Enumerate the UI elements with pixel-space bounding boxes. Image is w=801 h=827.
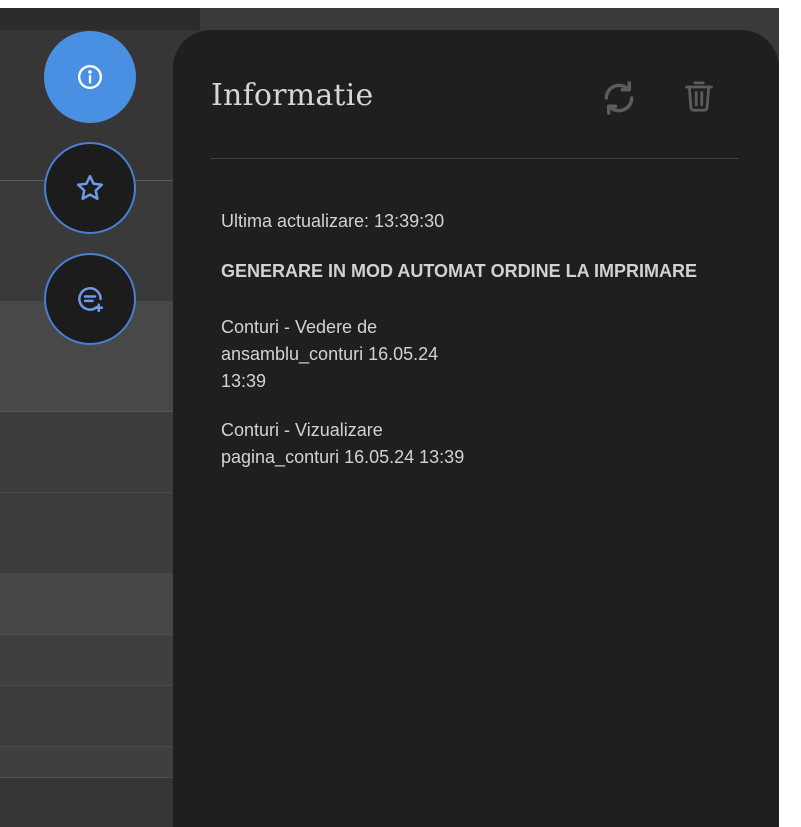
panel-body: Ultima actualizare: 13:39:30 GENERARE IN… — [221, 208, 701, 493]
chat-add-icon — [78, 287, 104, 313]
list-item[interactable]: Conturi - Vizualizare pagina_conturi 16.… — [221, 417, 581, 471]
star-icon — [76, 174, 104, 201]
background-row — [0, 412, 200, 493]
notice-heading: GENERARE IN MOD AUTOMAT ORDINE LA IMPRIM… — [221, 261, 697, 281]
info-panel: Informatie Ultima actualizare: 13:39:30 … — [173, 30, 779, 827]
panel-title: Informatie — [211, 78, 374, 113]
window-top-edge — [0, 0, 779, 8]
background-row — [0, 686, 200, 747]
list-item[interactable]: Conturi - Vedere de ansamblu_conturi 16.… — [221, 314, 581, 395]
background-row — [0, 747, 200, 778]
background-row — [0, 493, 200, 574]
info-icon — [77, 64, 103, 90]
background-row — [0, 778, 200, 827]
window-right-edge — [779, 0, 801, 827]
refresh-button[interactable] — [599, 78, 639, 118]
background-row — [0, 8, 200, 30]
panel-divider — [211, 158, 739, 159]
trash-icon — [685, 81, 713, 112]
delete-button[interactable] — [679, 76, 719, 116]
refresh-icon — [604, 81, 634, 115]
messages-button[interactable] — [44, 253, 136, 345]
background-row — [0, 574, 200, 635]
last-updated-text: Ultima actualizare: 13:39:30 — [221, 211, 445, 231]
info-button[interactable] — [44, 31, 136, 123]
background-row — [0, 635, 200, 686]
favorites-button[interactable] — [44, 142, 136, 234]
app-stage: Informatie Ultima actualizare: 13:39:30 … — [0, 0, 801, 827]
